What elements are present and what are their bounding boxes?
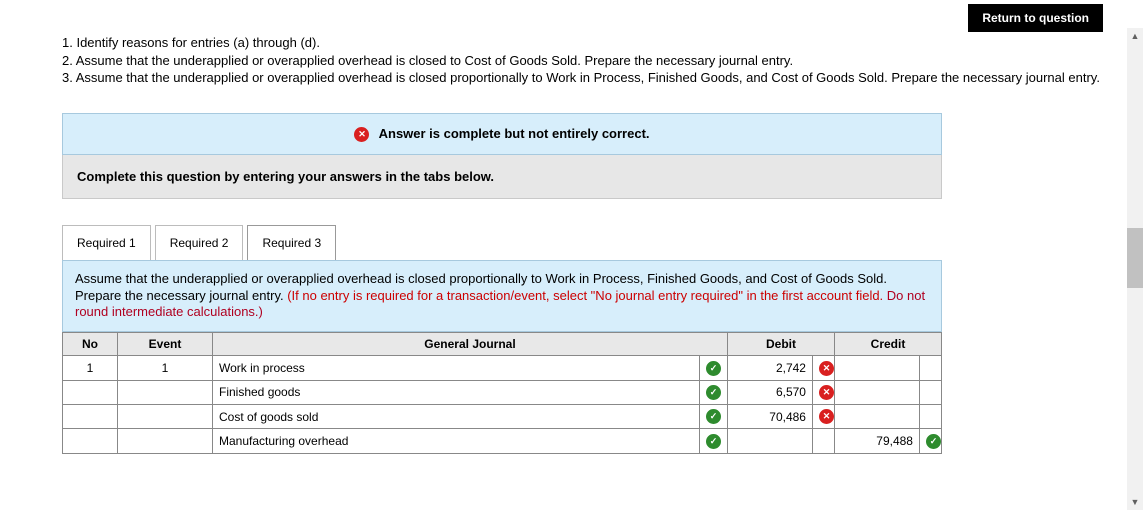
scrollbar-thumb[interactable] <box>1127 228 1143 288</box>
cell-account[interactable]: Work in process <box>213 356 700 380</box>
cell-event[interactable]: 1 <box>118 356 213 380</box>
check-icon: ✓ <box>926 434 941 449</box>
tabs-bar: Required 1 Required 2 Required 3 <box>62 225 1103 260</box>
cell-account-status: ✓ <box>699 429 727 453</box>
cell-debit[interactable]: 70,486 <box>727 405 812 429</box>
cell-no[interactable] <box>63 380 118 404</box>
journal-table: No Event General Journal Debit Credit 11… <box>62 332 942 453</box>
instruction-line-1: 1. Identify reasons for entries (a) thro… <box>62 34 1103 52</box>
cell-account[interactable]: Cost of goods sold <box>213 405 700 429</box>
table-row: 11Work in process✓2,742✕ <box>63 356 942 380</box>
cell-event[interactable] <box>118 429 213 453</box>
return-to-question-button[interactable]: Return to question <box>968 4 1103 32</box>
check-icon: ✓ <box>706 361 721 376</box>
tab-content-required-3: Assume that the underapplied or overappl… <box>62 260 942 333</box>
check-icon: ✓ <box>706 385 721 400</box>
cell-event[interactable] <box>118 380 213 404</box>
wrong-icon: ✕ <box>819 409 834 424</box>
table-row: Manufacturing overhead ✓ 79,488 ✓ <box>63 429 942 453</box>
tab-required-2[interactable]: Required 2 <box>155 225 244 260</box>
cell-credit[interactable]: 79,488 <box>834 429 919 453</box>
table-row: Cost of goods sold ✓ 70,486 ✕ <box>63 405 942 429</box>
cell-account-status: ✓ <box>699 405 727 429</box>
cell-no[interactable] <box>63 405 118 429</box>
table-row: Finished goods ✓ 6,570 ✕ <box>63 380 942 404</box>
cell-account-status: ✓ <box>699 380 727 404</box>
cell-debit-status: ✕ <box>812 356 834 380</box>
cell-credit[interactable] <box>834 356 919 380</box>
tab-content-hint-1: (If no entry is required for a transacti… <box>287 288 887 303</box>
th-event: Event <box>118 333 213 356</box>
cell-debit[interactable]: 2,742 <box>727 356 812 380</box>
scroll-up-button[interactable]: ▲ <box>1127 28 1143 44</box>
cell-no[interactable] <box>63 429 118 453</box>
wrong-icon: ✕ <box>819 361 834 376</box>
th-journal: General Journal <box>213 333 728 356</box>
cell-credit-status <box>919 380 941 404</box>
th-credit: Credit <box>834 333 941 356</box>
cell-event[interactable] <box>118 405 213 429</box>
tab-required-3[interactable]: Required 3 <box>247 225 336 260</box>
instruction-line-3: 3. Assume that the underapplied or overa… <box>62 69 1103 87</box>
question-instructions: 1. Identify reasons for entries (a) thro… <box>62 0 1103 87</box>
cell-account-status: ✓ <box>699 356 727 380</box>
wrong-icon: ✕ <box>819 385 834 400</box>
scrollbar-track[interactable]: ▲ ▼ <box>1127 28 1143 510</box>
cell-debit-status: ✕ <box>812 380 834 404</box>
cell-debit-status <box>812 429 834 453</box>
cell-account[interactable]: Manufacturing overhead <box>213 429 700 453</box>
cell-no[interactable]: 1 <box>63 356 118 380</box>
th-debit: Debit <box>727 333 834 356</box>
cell-credit-status: ✓ <box>919 429 941 453</box>
cell-credit-status <box>919 356 941 380</box>
check-icon: ✓ <box>706 409 721 424</box>
cell-account[interactable]: Finished goods <box>213 380 700 404</box>
complete-prompt: Complete this question by entering your … <box>62 155 942 199</box>
cell-credit[interactable] <box>834 380 919 404</box>
scroll-down-button[interactable]: ▼ <box>1127 494 1143 510</box>
cell-credit-status <box>919 405 941 429</box>
cell-debit-status: ✕ <box>812 405 834 429</box>
check-icon: ✓ <box>706 434 721 449</box>
error-icon: ✕ <box>354 127 369 142</box>
instruction-line-2: 2. Assume that the underapplied or overa… <box>62 52 1103 70</box>
th-no: No <box>63 333 118 356</box>
cell-debit[interactable]: 6,570 <box>727 380 812 404</box>
tab-required-1[interactable]: Required 1 <box>62 225 151 260</box>
cell-debit[interactable] <box>727 429 812 453</box>
cell-credit[interactable] <box>834 405 919 429</box>
status-banner: ✕ Answer is complete but not entirely co… <box>62 113 942 155</box>
status-banner-text: Answer is complete but not entirely corr… <box>379 126 650 141</box>
